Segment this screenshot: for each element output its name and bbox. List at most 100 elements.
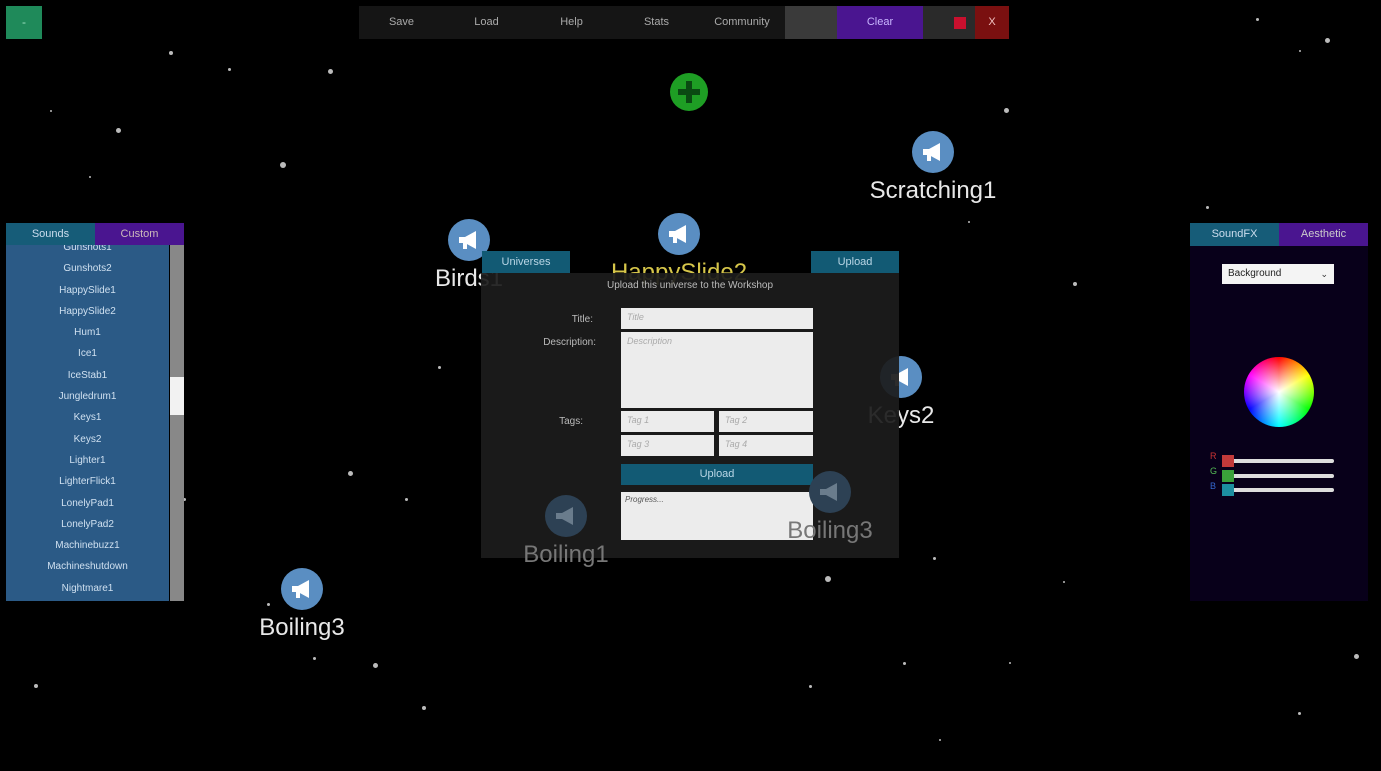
star bbox=[438, 366, 441, 369]
tag4-input[interactable]: Tag 4 bbox=[719, 435, 813, 456]
tab-universes[interactable]: Universes bbox=[482, 251, 570, 273]
red-slider-handle[interactable] bbox=[1222, 455, 1234, 467]
star bbox=[1299, 50, 1301, 52]
star bbox=[1298, 712, 1301, 715]
star bbox=[1063, 581, 1065, 583]
sound-node-label: Boiling1 bbox=[523, 541, 609, 568]
stats-button[interactable]: Stats bbox=[614, 6, 699, 39]
star bbox=[422, 706, 426, 710]
star bbox=[169, 51, 173, 55]
record-button[interactable] bbox=[945, 6, 975, 39]
scrollbar-thumb[interactable] bbox=[170, 377, 184, 415]
sounds-panel: Sounds Custom Gunshots1 Gunshots2 HappySli… bbox=[6, 223, 184, 601]
channel-label-r: R bbox=[1210, 451, 1217, 461]
dialog-heading: Upload this universe to the Workshop bbox=[606, 280, 773, 291]
tag3-input[interactable]: Tag 3 bbox=[621, 435, 714, 456]
sound-node-label: Boiling3 bbox=[259, 614, 345, 641]
settings-panel: SoundFX Aesthetic Background ⌄ R G B bbox=[1190, 223, 1368, 601]
list-item[interactable]: LonelyPad2 bbox=[6, 514, 169, 535]
blue-slider-handle[interactable] bbox=[1222, 484, 1234, 496]
add-sound-button[interactable] bbox=[670, 73, 708, 111]
tab-aesthetic[interactable]: Aesthetic bbox=[1279, 223, 1368, 246]
green-slider[interactable] bbox=[1226, 474, 1334, 478]
list-item[interactable]: Jungledrum1 bbox=[6, 386, 169, 407]
star bbox=[903, 662, 906, 665]
green-slider-handle[interactable] bbox=[1222, 470, 1234, 482]
channel-label-g: G bbox=[1210, 466, 1218, 476]
star bbox=[1354, 654, 1359, 659]
load-button[interactable]: Load bbox=[444, 6, 529, 39]
star bbox=[1206, 206, 1209, 209]
list-item[interactable]: Keys2 bbox=[6, 429, 169, 450]
workspace-canvas[interactable]: - Save Load Help Stats Community Clear X… bbox=[6, 6, 1368, 766]
title-input[interactable]: Title bbox=[621, 308, 813, 329]
list-item[interactable]: Machineshutdown bbox=[6, 556, 169, 577]
list-item[interactable]: Gunshots2 bbox=[6, 258, 169, 279]
list-item[interactable]: Machinebuzz1 bbox=[6, 535, 169, 556]
sound-node-scratching1[interactable]: Scratching1 bbox=[858, 131, 1008, 205]
select-value: Background bbox=[1228, 268, 1282, 279]
blue-slider[interactable] bbox=[1226, 488, 1334, 492]
sound-list: Gunshots1 Gunshots2 HappySlide1 HappySlide2… bbox=[6, 245, 169, 601]
list-item[interactable]: Keys1 bbox=[6, 407, 169, 428]
tab-soundfx[interactable]: SoundFX bbox=[1190, 223, 1279, 246]
description-label: Description: bbox=[543, 337, 596, 348]
star bbox=[228, 68, 231, 71]
clear-button[interactable]: Clear bbox=[837, 6, 923, 39]
list-item[interactable]: Ice1 bbox=[6, 343, 169, 364]
list-item[interactable]: LighterFlick1 bbox=[6, 471, 169, 492]
stop-square-icon bbox=[954, 16, 966, 29]
megaphone-icon bbox=[281, 568, 323, 610]
star bbox=[825, 576, 831, 582]
title-label: Title: bbox=[571, 314, 593, 325]
sound-node-boiling3-background[interactable]: Boiling3 bbox=[777, 471, 883, 545]
star bbox=[933, 557, 936, 560]
star bbox=[809, 685, 812, 688]
list-item[interactable]: LonelyPad1 bbox=[6, 493, 169, 514]
channel-label-b: B bbox=[1210, 481, 1217, 491]
menu-toggle-button[interactable]: - bbox=[6, 6, 42, 39]
tag2-input[interactable]: Tag 2 bbox=[719, 411, 813, 432]
star bbox=[34, 684, 38, 688]
list-item[interactable]: Hum1 bbox=[6, 322, 169, 343]
list-item[interactable]: IceStab1 bbox=[6, 365, 169, 386]
star bbox=[1256, 18, 1259, 21]
star bbox=[348, 471, 353, 476]
sound-list-scrollbar[interactable] bbox=[170, 245, 184, 601]
star bbox=[280, 162, 286, 168]
color-wheel[interactable] bbox=[1244, 357, 1314, 427]
star bbox=[405, 498, 408, 501]
community-button[interactable]: Community bbox=[699, 6, 785, 39]
tab-upload[interactable]: Upload bbox=[811, 251, 899, 273]
sound-node-label: Scratching1 bbox=[869, 177, 997, 204]
megaphone-icon bbox=[545, 495, 587, 537]
description-input[interactable]: Description bbox=[621, 332, 813, 408]
tab-custom[interactable]: Custom bbox=[95, 223, 184, 245]
star bbox=[89, 176, 91, 178]
star bbox=[968, 221, 970, 223]
close-button[interactable]: X bbox=[975, 6, 1009, 39]
megaphone-icon bbox=[912, 131, 954, 173]
list-item[interactable]: HappySlide2 bbox=[6, 301, 169, 322]
star bbox=[50, 110, 52, 112]
help-button[interactable]: Help bbox=[529, 6, 614, 39]
tag1-input[interactable]: Tag 1 bbox=[621, 411, 714, 432]
star bbox=[1325, 38, 1330, 43]
list-item[interactable]: Gunshots1 bbox=[6, 245, 169, 258]
star bbox=[328, 69, 333, 74]
red-slider[interactable] bbox=[1226, 459, 1334, 463]
list-item[interactable]: Nightmare1 bbox=[6, 578, 169, 599]
star bbox=[373, 663, 378, 668]
toolbar-spacer-2 bbox=[923, 6, 945, 39]
aesthetic-target-select[interactable]: Background ⌄ bbox=[1222, 264, 1334, 284]
toolbar-spacer bbox=[785, 6, 837, 39]
save-button[interactable]: Save bbox=[359, 6, 444, 39]
star bbox=[1073, 282, 1077, 286]
list-item[interactable]: Lighter1 bbox=[6, 450, 169, 471]
sound-node-boiling3[interactable]: Boiling3 bbox=[249, 568, 355, 642]
tab-sounds[interactable]: Sounds bbox=[6, 223, 95, 245]
chevron-down-icon: ⌄ bbox=[1320, 269, 1328, 279]
list-item[interactable]: HappySlide1 bbox=[6, 280, 169, 301]
star bbox=[313, 657, 316, 660]
sound-node-boiling1[interactable]: Boiling1 bbox=[513, 495, 619, 569]
